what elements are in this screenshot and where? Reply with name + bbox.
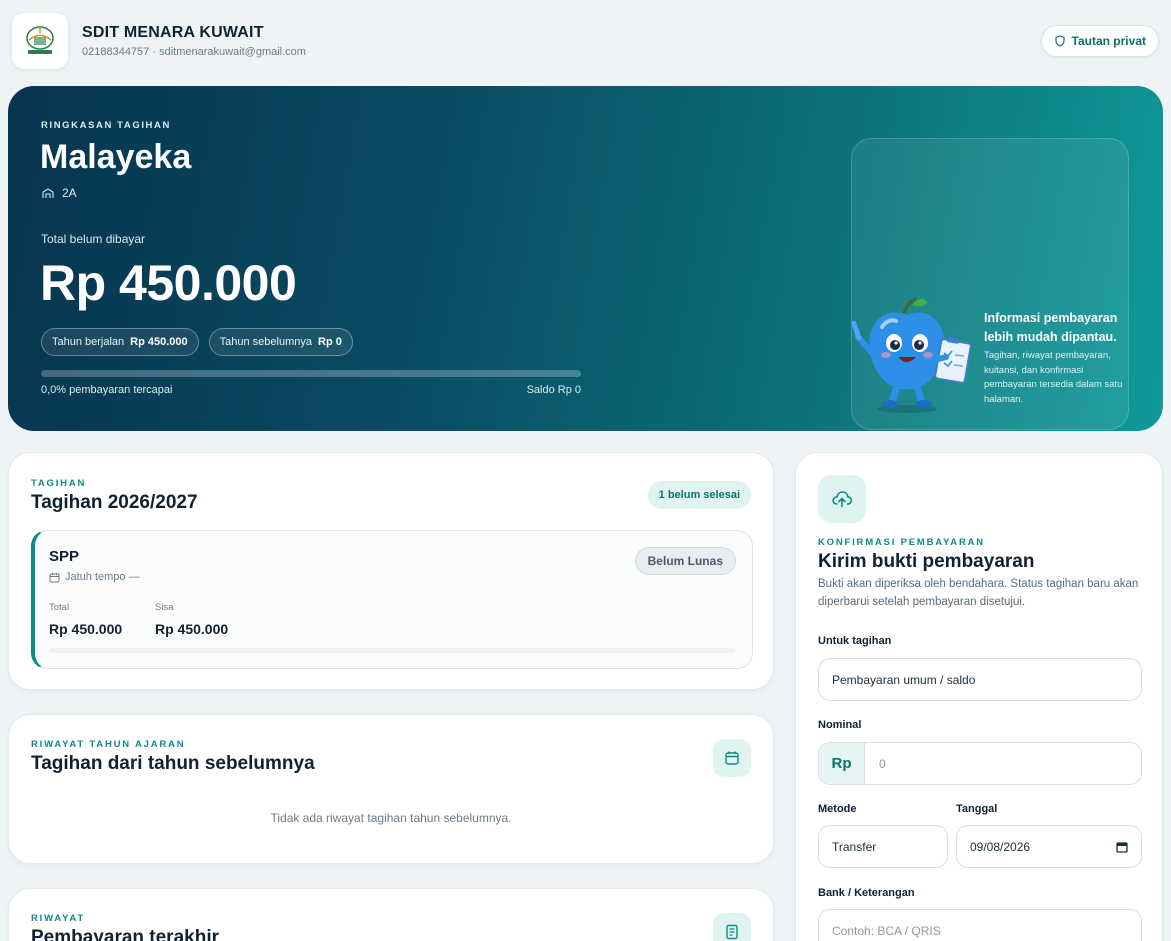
bills-title: Tagihan 2026/2027 <box>31 492 198 513</box>
confirm-description: Bukti akan diperiksa oleh bendahara. Sta… <box>818 578 1139 608</box>
recent-payments-card: RIWAYAT Pembayaran terakhir <box>8 888 774 941</box>
year-chips: Tahun berjalan Rp 450.000 Tahun sebelumn… <box>41 328 353 356</box>
class-label: 2A <box>62 186 77 200</box>
bill-due-date: Jatuh tempo — <box>49 571 140 583</box>
amount-input[interactable]: Rp 0 <box>818 742 1142 785</box>
bill-progress-bar <box>49 648 736 653</box>
school-logo-icon <box>26 26 54 54</box>
amount-label: Nominal <box>818 719 862 731</box>
bills-eyebrow: TAGIHAN <box>31 478 87 489</box>
bills-card: TAGIHAN Tagihan 2026/2027 1 belum selesa… <box>8 452 774 690</box>
total-unpaid-label: Total belum dibayar <box>41 232 146 246</box>
billing-summary-hero: RINGKASAN TAGIHAN Malayeka 2A Total belu… <box>8 86 1163 431</box>
date-input[interactable]: 09/08/2026 <box>956 825 1142 868</box>
balance-text: Saldo Rp 0 <box>526 384 581 396</box>
bill-total: Total Rp 450.000 <box>49 602 122 637</box>
bill-select-label: Untuk tagihan <box>818 635 892 647</box>
total-unpaid-amount: Rp 450.000 <box>40 255 297 311</box>
confirm-title: Kirim bukti pembayaran <box>818 551 1035 572</box>
method-label: Metode <box>818 803 857 815</box>
bill-name: SPP <box>49 548 80 565</box>
upload-icon-tile <box>818 475 866 523</box>
top-bar: SDIT MENARA KUWAIT 02188344757 · sditmen… <box>12 13 1159 69</box>
info-card: Informasi pembayaran lebih mudah dipanta… <box>851 138 1129 430</box>
cloud-upload-icon <box>832 491 853 508</box>
private-link-button[interactable]: Tautan privat <box>1040 25 1159 57</box>
bank-placeholder: Contoh: BCA / QRIS <box>832 923 941 938</box>
history-eyebrow: RIWAYAT TAHUN AJARAN <box>31 739 186 750</box>
payments-title: Pembayaran terakhir <box>31 927 219 941</box>
bill-due-text: Jatuh tempo — <box>65 571 140 583</box>
chip-label: Tahun berjalan <box>52 336 125 348</box>
school-name: SDIT MENARA KUWAIT <box>82 24 264 41</box>
history-calendar-button <box>713 739 751 777</box>
history-empty-text: Tidak ada riwayat tagihan tahun sebelumn… <box>270 811 512 825</box>
bill-item[interactable]: SPP Jatuh tempo — Belum Lunas Total Rp 4… <box>31 530 753 669</box>
method-value: Transfer <box>832 839 877 854</box>
history-title: Tagihan dari tahun sebelumnya <box>31 753 315 774</box>
bill-remaining-value: Rp 450.000 <box>155 621 229 637</box>
date-value: 09/08/2026 <box>970 839 1031 854</box>
amount-placeholder: 0 <box>879 756 886 771</box>
school-building-icon <box>42 187 54 198</box>
bill-select-value: Pembayaran umum / saldo <box>832 672 976 687</box>
calendar-icon <box>725 751 739 765</box>
chip-value: Rp 450.000 <box>130 336 188 348</box>
student-name: Malayeka <box>40 138 192 176</box>
payments-receipt-button <box>713 913 751 941</box>
mascot-apple-icon <box>852 297 972 413</box>
receipt-icon <box>726 924 738 940</box>
calendar-icon[interactable] <box>1116 841 1128 853</box>
payments-eyebrow: RIWAYAT <box>31 913 85 924</box>
payment-confirmation-card: KONFIRMASI PEMBAYARAN Kirim bukti pembay… <box>795 452 1163 941</box>
bill-total-value: Rp 450.000 <box>49 621 123 637</box>
chip-label: Tahun sebelumnya <box>219 336 312 348</box>
school-logo <box>12 13 68 69</box>
method-select[interactable]: Transfer <box>818 825 948 868</box>
previous-year-card: RIWAYAT TAHUN AJARAN Tagihan dari tahun … <box>8 714 774 864</box>
bill-status-badge: Belum Lunas <box>634 547 736 575</box>
unfinished-badge: 1 belum selesai <box>647 481 751 509</box>
date-label: Tanggal <box>956 803 998 815</box>
confirm-eyebrow: KONFIRMASI PEMBAYARAN <box>818 537 985 548</box>
school-contact: 02188344757 · sditmenarakuwait@gmail.com <box>82 46 306 58</box>
calendar-icon <box>49 572 60 582</box>
bank-input[interactable]: Contoh: BCA / QRIS <box>818 909 1142 941</box>
chip-value: Rp 0 <box>318 336 342 348</box>
progress-text: 0,0% pembayaran tercapai <box>41 384 173 396</box>
payment-progress-bar <box>41 370 581 377</box>
bill-select[interactable]: Pembayaran umum / saldo <box>818 658 1142 701</box>
bill-remaining-label: Sisa <box>155 602 174 613</box>
student-class: 2A <box>42 186 77 200</box>
shield-icon <box>1054 35 1065 47</box>
bill-total-label: Total <box>49 602 70 613</box>
bill-remaining: Sisa Rp 450.000 <box>155 602 228 637</box>
private-link-label: Tautan privat <box>1071 34 1146 48</box>
chip-current-year: Tahun berjalan Rp 450.000 <box>41 328 199 356</box>
info-title: Informasi pembayaran lebih mudah dipanta… <box>984 311 1118 344</box>
bank-label: Bank / Keterangan <box>818 887 915 899</box>
amount-prefix: Rp <box>819 743 865 784</box>
hero-eyebrow: RINGKASAN TAGIHAN <box>41 120 171 131</box>
info-description: Tagihan, riwayat pembayaran, kuitansi, d… <box>984 350 1123 405</box>
chip-previous-year: Tahun sebelumnya Rp 0 <box>208 328 353 356</box>
